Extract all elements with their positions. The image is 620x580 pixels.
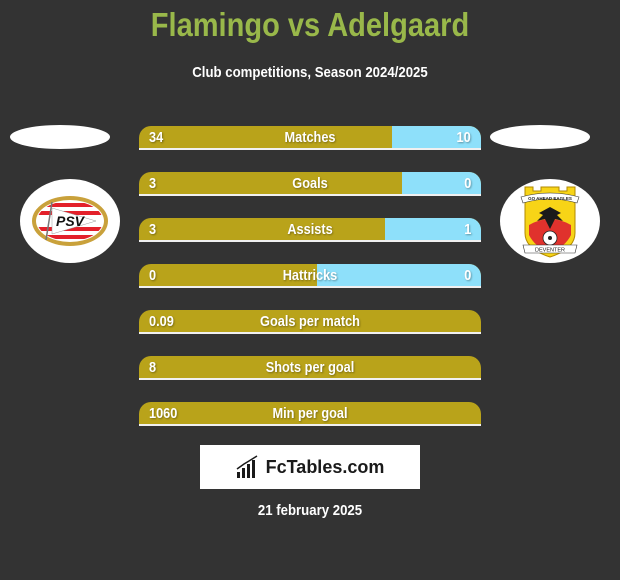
- svg-text:PSV: PSV: [56, 213, 86, 229]
- svg-text:DEVENTER: DEVENTER: [535, 248, 565, 254]
- fctables-brand-link[interactable]: FcTables.com: [200, 445, 420, 489]
- stat-row-min-per-goal: 1060 Min per goal: [139, 402, 481, 426]
- stat-label: Shots per goal: [265, 359, 355, 376]
- left-team-name-placeholder: [10, 125, 110, 149]
- svg-text:GO AHEAD EAGLES: GO AHEAD EAGLES: [528, 196, 572, 201]
- stat-label: Goals per match: [260, 313, 360, 330]
- stat-label: Min per goal: [272, 405, 348, 422]
- left-value: 3: [149, 221, 157, 238]
- brand-name: FcTables.com: [265, 456, 385, 477]
- left-team-logo[interactable]: PSV: [20, 179, 120, 263]
- stat-row-goals: 3 Goals 0: [139, 172, 481, 196]
- right-value: 0: [463, 175, 471, 192]
- left-value: 3: [149, 175, 157, 192]
- stat-label: Goals: [292, 175, 328, 192]
- psv-crest-icon: PSV: [32, 196, 108, 246]
- right-value: 10: [456, 129, 471, 146]
- stat-label: Assists: [287, 221, 333, 238]
- stat-label: Matches: [284, 129, 336, 146]
- stat-row-goals-per-match: 0.09 Goals per match: [139, 310, 481, 334]
- left-value: 0: [149, 267, 157, 284]
- right-team-logo[interactable]: GO AHEAD EAGLES DEVENTER: [500, 179, 600, 263]
- date-label: 21 february 2025: [257, 502, 363, 519]
- left-value: 8: [149, 359, 157, 376]
- stat-row-matches: 34 Matches 10: [139, 126, 481, 150]
- stat-label: Hattricks: [282, 267, 338, 284]
- go-ahead-eagles-crest-icon: GO AHEAD EAGLES DEVENTER: [520, 186, 580, 258]
- right-value: 1: [463, 221, 471, 238]
- right-team-name-placeholder: [490, 125, 590, 149]
- page-title: Flamingo vs Adelgaard: [150, 6, 470, 43]
- bar-chart-icon: [236, 455, 258, 478]
- left-value: 34: [149, 129, 164, 146]
- stat-row-assists: 3 Assists 1: [139, 218, 481, 242]
- right-value: 0: [463, 267, 471, 284]
- stat-row-hattricks: 0 Hattricks 0: [139, 264, 481, 288]
- competition-subtitle: Club competitions, Season 2024/2025: [192, 64, 428, 81]
- stat-row-shots-per-goal: 8 Shots per goal: [139, 356, 481, 380]
